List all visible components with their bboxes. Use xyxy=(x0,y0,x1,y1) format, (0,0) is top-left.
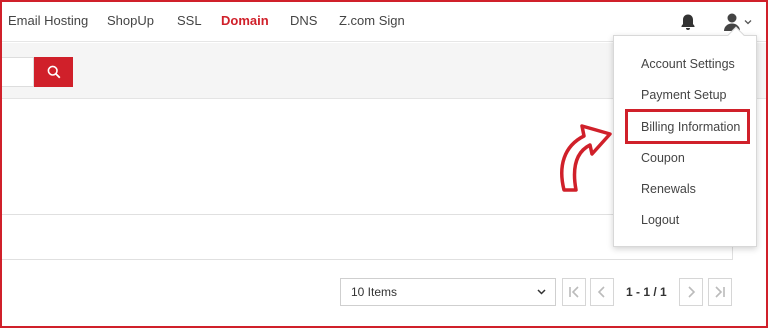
next-page-icon xyxy=(688,286,696,298)
last-page-button[interactable] xyxy=(708,278,732,306)
menu-item-coupon[interactable]: Coupon xyxy=(641,151,685,165)
search-input[interactable] xyxy=(0,57,34,87)
page-size-value: 10 Items xyxy=(351,285,398,299)
page-info: 1 - 1 / 1 xyxy=(626,285,667,299)
nav-item-email-hosting[interactable]: Email Hosting xyxy=(8,13,88,28)
annotation-arrow-icon xyxy=(560,124,612,192)
nav-item-zcom-sign[interactable]: Z.com Sign xyxy=(339,13,405,28)
bell-icon[interactable] xyxy=(680,13,696,31)
menu-item-payment-setup[interactable]: Payment Setup xyxy=(641,88,726,102)
nav-item-ssl[interactable]: SSL xyxy=(177,13,202,28)
search-button[interactable] xyxy=(34,57,73,87)
chevron-down-icon[interactable] xyxy=(744,19,752,25)
prev-page-button[interactable] xyxy=(590,278,614,306)
first-page-icon xyxy=(569,286,579,298)
next-page-button[interactable] xyxy=(679,278,703,306)
first-page-button[interactable] xyxy=(562,278,586,306)
last-page-icon xyxy=(715,286,725,298)
account-dropdown-menu: Account Settings Payment Setup Billing I… xyxy=(613,26,757,247)
page-size-select[interactable]: 10 Items xyxy=(340,278,556,306)
menu-item-billing-information[interactable]: Billing Information xyxy=(641,120,740,134)
menu-item-renewals[interactable]: Renewals xyxy=(641,182,696,196)
chevron-down-icon xyxy=(537,289,546,295)
menu-item-account-settings[interactable]: Account Settings xyxy=(641,57,735,71)
nav-item-dns[interactable]: DNS xyxy=(290,13,317,28)
menu-item-logout[interactable]: Logout xyxy=(641,213,679,227)
nav-item-domain[interactable]: Domain xyxy=(221,13,269,28)
nav-item-shopup[interactable]: ShopUp xyxy=(107,13,154,28)
prev-page-icon xyxy=(597,286,605,298)
search-icon xyxy=(47,65,60,79)
